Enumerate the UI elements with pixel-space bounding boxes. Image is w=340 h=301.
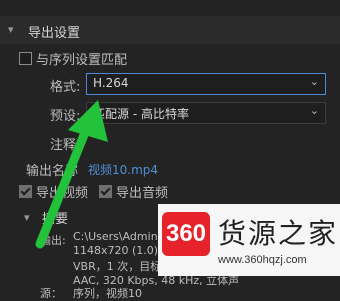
arrow-shaft [35, 125, 91, 249]
watermark-url: www.360hqzj.com [218, 254, 307, 266]
watermark-logo: 360 货源之家 www.360hqzj.com [158, 204, 340, 276]
watermark-title: 货源之家 [218, 217, 339, 250]
watermark-badge: 360 [162, 212, 210, 256]
arrow-head [68, 100, 108, 142]
